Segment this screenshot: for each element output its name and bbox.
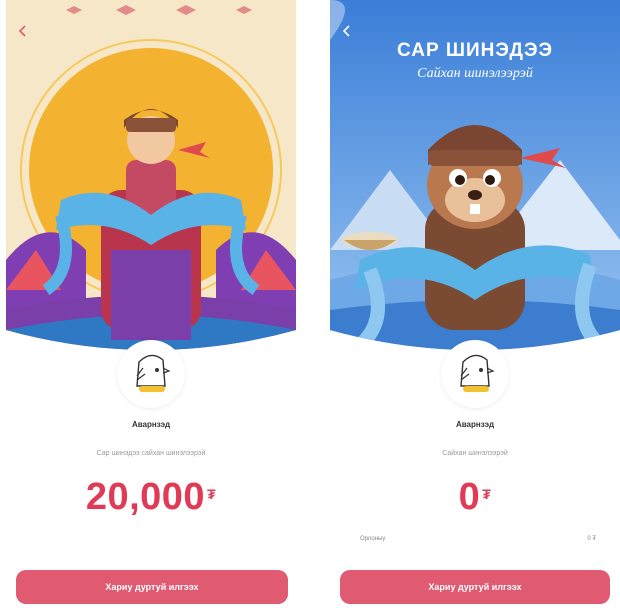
gift-amount: 20,000 ₮ bbox=[6, 476, 296, 519]
hero-illustration-woman bbox=[6, 0, 296, 360]
eagle-avatar-icon bbox=[460, 354, 495, 392]
gift-card-screen-left: Аварнзэд Сар шинэдээ сайхан шинэлээрэй 2… bbox=[6, 0, 296, 608]
currency-symbol: ₮ bbox=[482, 486, 492, 502]
back-button[interactable] bbox=[14, 22, 32, 40]
balance-label: Орлоныу bbox=[360, 536, 386, 542]
banner-script: Сайхан шинэлээрэй bbox=[417, 66, 533, 81]
greeting-text: Сайхан шинэлээрэй bbox=[442, 450, 508, 457]
avatar bbox=[441, 340, 509, 408]
banner-title: САР ШИНЭДЭЭ bbox=[396, 40, 553, 61]
gift-card-screen-right: САР ШИНЭДЭЭ Сайхан шинэлээрэй Аварнзэд С… bbox=[330, 0, 620, 608]
balance-row: Орлоныу 0 ₮ bbox=[360, 536, 596, 542]
chevron-left-icon bbox=[18, 25, 26, 37]
amount-value: 20,000 bbox=[85, 476, 206, 518]
send-reply-button[interactable]: Хариу дуртуй илгээх bbox=[16, 570, 288, 604]
greeting-text: Сар шинэдээ сайхан шинэлээрэй bbox=[96, 450, 206, 457]
send-reply-button[interactable]: Хариу дуртуй илгээх bbox=[340, 570, 610, 604]
sender-name: Аварнзэд bbox=[455, 420, 495, 429]
eagle-avatar-icon bbox=[136, 354, 171, 392]
avatar bbox=[117, 340, 185, 408]
amount-value: 0 bbox=[458, 476, 481, 518]
chevron-left-icon bbox=[342, 25, 350, 37]
gift-amount: 0 ₮ bbox=[330, 476, 620, 519]
back-button[interactable] bbox=[338, 22, 356, 40]
balance-value: 0 ₮ bbox=[587, 536, 596, 542]
currency-symbol: ₮ bbox=[207, 486, 217, 502]
sender-name: Аварнзэд bbox=[131, 420, 171, 429]
